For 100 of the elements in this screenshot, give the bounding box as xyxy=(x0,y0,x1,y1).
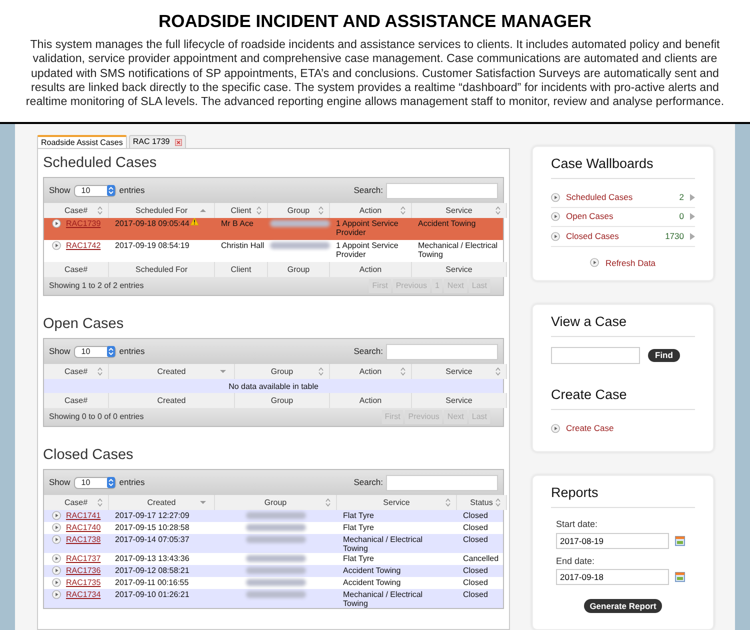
show-label: Show xyxy=(49,476,70,489)
arrow-right-icon[interactable] xyxy=(690,213,695,220)
column-header[interactable]: Service xyxy=(337,495,457,510)
play-circle-icon[interactable] xyxy=(551,424,560,434)
play-circle-icon[interactable] xyxy=(52,241,61,250)
cell-text: 2017-09-11 00:16:55 xyxy=(115,578,189,587)
calendar-icon[interactable] xyxy=(675,572,685,582)
blurred-text xyxy=(246,591,306,598)
cell-text: Accident Towing xyxy=(343,578,401,587)
case-link[interactable]: RAC1736 xyxy=(66,566,101,575)
table-row[interactable]: RAC1738 2017-09-14 07:05:37 Mechanical / Electrical Towing Closed xyxy=(44,534,503,553)
search-label: Search: xyxy=(354,184,383,197)
page-size-select[interactable]: 10 xyxy=(74,476,116,488)
column-header[interactable]: Created xyxy=(109,495,215,510)
wallboard-link[interactable]: Closed Cases xyxy=(566,230,619,243)
stepper-icon[interactable] xyxy=(107,346,116,357)
stepper-icon[interactable] xyxy=(107,477,116,488)
sort-icon[interactable] xyxy=(400,206,406,215)
sort-icon[interactable] xyxy=(318,206,324,215)
play-circle-icon[interactable] xyxy=(551,212,560,222)
table-row[interactable]: RAC1739 2017-09-18 09:05:44 Mr B Ace 1 Appoint Service Provider Accident Towing xyxy=(44,218,503,240)
play-circle-icon[interactable] xyxy=(52,566,61,575)
column-header[interactable]: Service xyxy=(412,364,507,379)
play-circle-icon[interactable] xyxy=(52,219,61,228)
sort-icon[interactable] xyxy=(495,206,501,215)
page-size-select[interactable]: 10 xyxy=(74,346,116,358)
play-circle-icon[interactable] xyxy=(52,590,61,599)
column-header[interactable]: Case# xyxy=(44,203,109,218)
sort-icon[interactable] xyxy=(97,206,103,215)
play-circle-icon[interactable] xyxy=(52,578,61,587)
search-field[interactable] xyxy=(386,182,498,198)
column-header[interactable]: Action xyxy=(330,364,412,379)
sort-icon[interactable] xyxy=(318,367,324,376)
column-header[interactable]: Case# xyxy=(44,495,109,510)
play-circle-icon[interactable] xyxy=(551,232,560,241)
card-title: Reports xyxy=(551,485,695,508)
table-row[interactable]: RAC1734 2017-09-10 01:26:21 Mechanical / Electrical Towing Closed xyxy=(44,589,503,608)
column-header[interactable]: Case# xyxy=(44,364,109,379)
sort-icon[interactable] xyxy=(400,367,406,376)
sort-descending-icon[interactable] xyxy=(220,369,226,374)
column-header[interactable]: Created xyxy=(109,364,235,379)
cell-text: Closed xyxy=(463,590,488,599)
cell-text: 2017-09-14 07:05:37 xyxy=(115,535,190,544)
arrow-right-icon[interactable] xyxy=(690,232,695,240)
generate-report-button[interactable]: Generate Report xyxy=(584,599,662,613)
calendar-icon[interactable] xyxy=(675,536,685,546)
sort-icon[interactable] xyxy=(97,498,103,507)
case-link[interactable]: RAC1740 xyxy=(66,523,101,532)
cell-text: 2017-09-17 12:27:09 xyxy=(115,511,190,520)
stepper-icon[interactable] xyxy=(107,185,116,196)
play-circle-icon[interactable] xyxy=(52,523,61,532)
play-circle-icon[interactable] xyxy=(590,258,600,268)
cell-text: Mechanical / Electrical Towing xyxy=(418,241,499,259)
sort-icon[interactable] xyxy=(325,498,331,507)
column-header[interactable]: Status xyxy=(457,495,507,510)
close-icon[interactable] xyxy=(174,138,182,146)
case-link[interactable]: RAC1734 xyxy=(66,590,101,599)
date-field[interactable]: 2017-08-19 xyxy=(556,532,669,548)
column-header[interactable]: Group xyxy=(268,203,330,218)
case-link[interactable]: RAC1737 xyxy=(66,554,101,563)
column-header[interactable]: Client xyxy=(215,203,268,218)
find-button[interactable]: Find xyxy=(648,349,680,362)
column-header[interactable]: Service xyxy=(412,203,507,218)
cell-text: Accident Towing xyxy=(343,566,401,575)
sort-icon[interactable] xyxy=(495,367,501,376)
create-case-link[interactable]: Create Case xyxy=(566,422,614,435)
arrow-right-icon[interactable] xyxy=(690,194,695,201)
column-header[interactable]: Action xyxy=(330,203,412,218)
date-label: End date: xyxy=(555,554,596,568)
column-header[interactable]: Group xyxy=(215,495,337,510)
date-field[interactable]: 2017-09-18 xyxy=(556,569,669,585)
refresh-link[interactable]: Refresh Data xyxy=(605,256,656,270)
tab[interactable]: Roadside Assist Cases xyxy=(37,135,127,148)
sort-descending-icon[interactable] xyxy=(200,500,206,505)
sort-icon[interactable] xyxy=(97,367,103,376)
sort-icon[interactable] xyxy=(256,206,262,215)
sort-icon[interactable] xyxy=(445,498,451,507)
search-field[interactable] xyxy=(386,474,498,490)
play-circle-icon[interactable] xyxy=(52,511,61,520)
column-header[interactable]: Scheduled For xyxy=(109,203,215,218)
wallboard-link[interactable]: Scheduled Cases xyxy=(566,190,633,204)
wallboard-link[interactable]: Open Cases xyxy=(566,210,614,224)
search-field[interactable] xyxy=(386,344,498,360)
case-link[interactable]: RAC1741 xyxy=(66,511,101,520)
play-circle-icon[interactable] xyxy=(551,192,560,202)
show-label: Show xyxy=(49,184,70,197)
sort-ascending-icon[interactable] xyxy=(200,208,206,213)
table-row[interactable]: RAC1741 2017-09-17 12:27:09 Flat Tyre Closed xyxy=(44,510,503,522)
column-footer: Group xyxy=(268,262,330,277)
sort-icon[interactable] xyxy=(495,498,501,507)
case-number-field[interactable] xyxy=(551,347,640,364)
column-header[interactable]: Group xyxy=(235,364,330,379)
page-size-select[interactable]: 10 xyxy=(74,184,116,196)
case-link[interactable]: RAC1735 xyxy=(66,578,101,587)
table-row[interactable]: RAC1736 2017-09-12 08:58:21 Accident Towing Closed xyxy=(44,565,503,577)
tab[interactable]: RAC 1739 xyxy=(128,135,186,148)
case-link[interactable]: RAC1738 xyxy=(66,535,101,544)
case-link[interactable]: RAC1742 xyxy=(66,241,101,250)
play-circle-icon[interactable] xyxy=(52,535,61,544)
play-circle-icon[interactable] xyxy=(52,554,61,563)
